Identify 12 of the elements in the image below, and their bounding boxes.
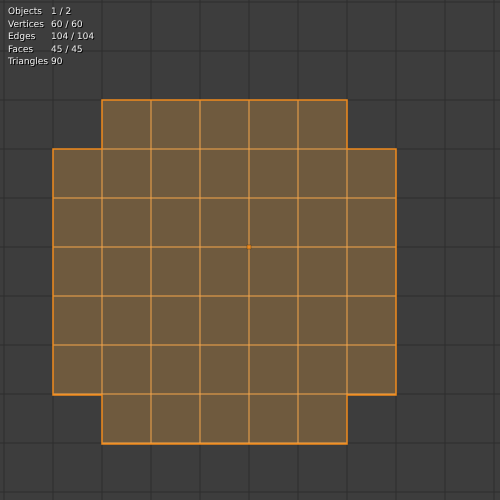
stat-label: Triangles bbox=[8, 56, 50, 68]
stat-value: 45 / 45 bbox=[51, 44, 84, 56]
stat-value: 60 / 60 bbox=[51, 18, 84, 31]
stat-value: 1 / 2 bbox=[51, 6, 72, 18]
stat-value: 90 bbox=[51, 56, 64, 68]
stat-value: 104 / 104 bbox=[51, 31, 94, 44]
stat-label: Edges bbox=[8, 31, 36, 44]
stat-label: Faces bbox=[8, 44, 34, 56]
viewport[interactable]: Objects 1 / 2 Vertices 60 / 60 Edges 104 / 104 Faces 45 / 45 Triangles 90 bbox=[0, 0, 500, 500]
stat-label: Vertices bbox=[8, 18, 45, 31]
mesh-drawing[interactable] bbox=[52, 99, 397, 445]
stat-label: Objects bbox=[8, 6, 44, 18]
